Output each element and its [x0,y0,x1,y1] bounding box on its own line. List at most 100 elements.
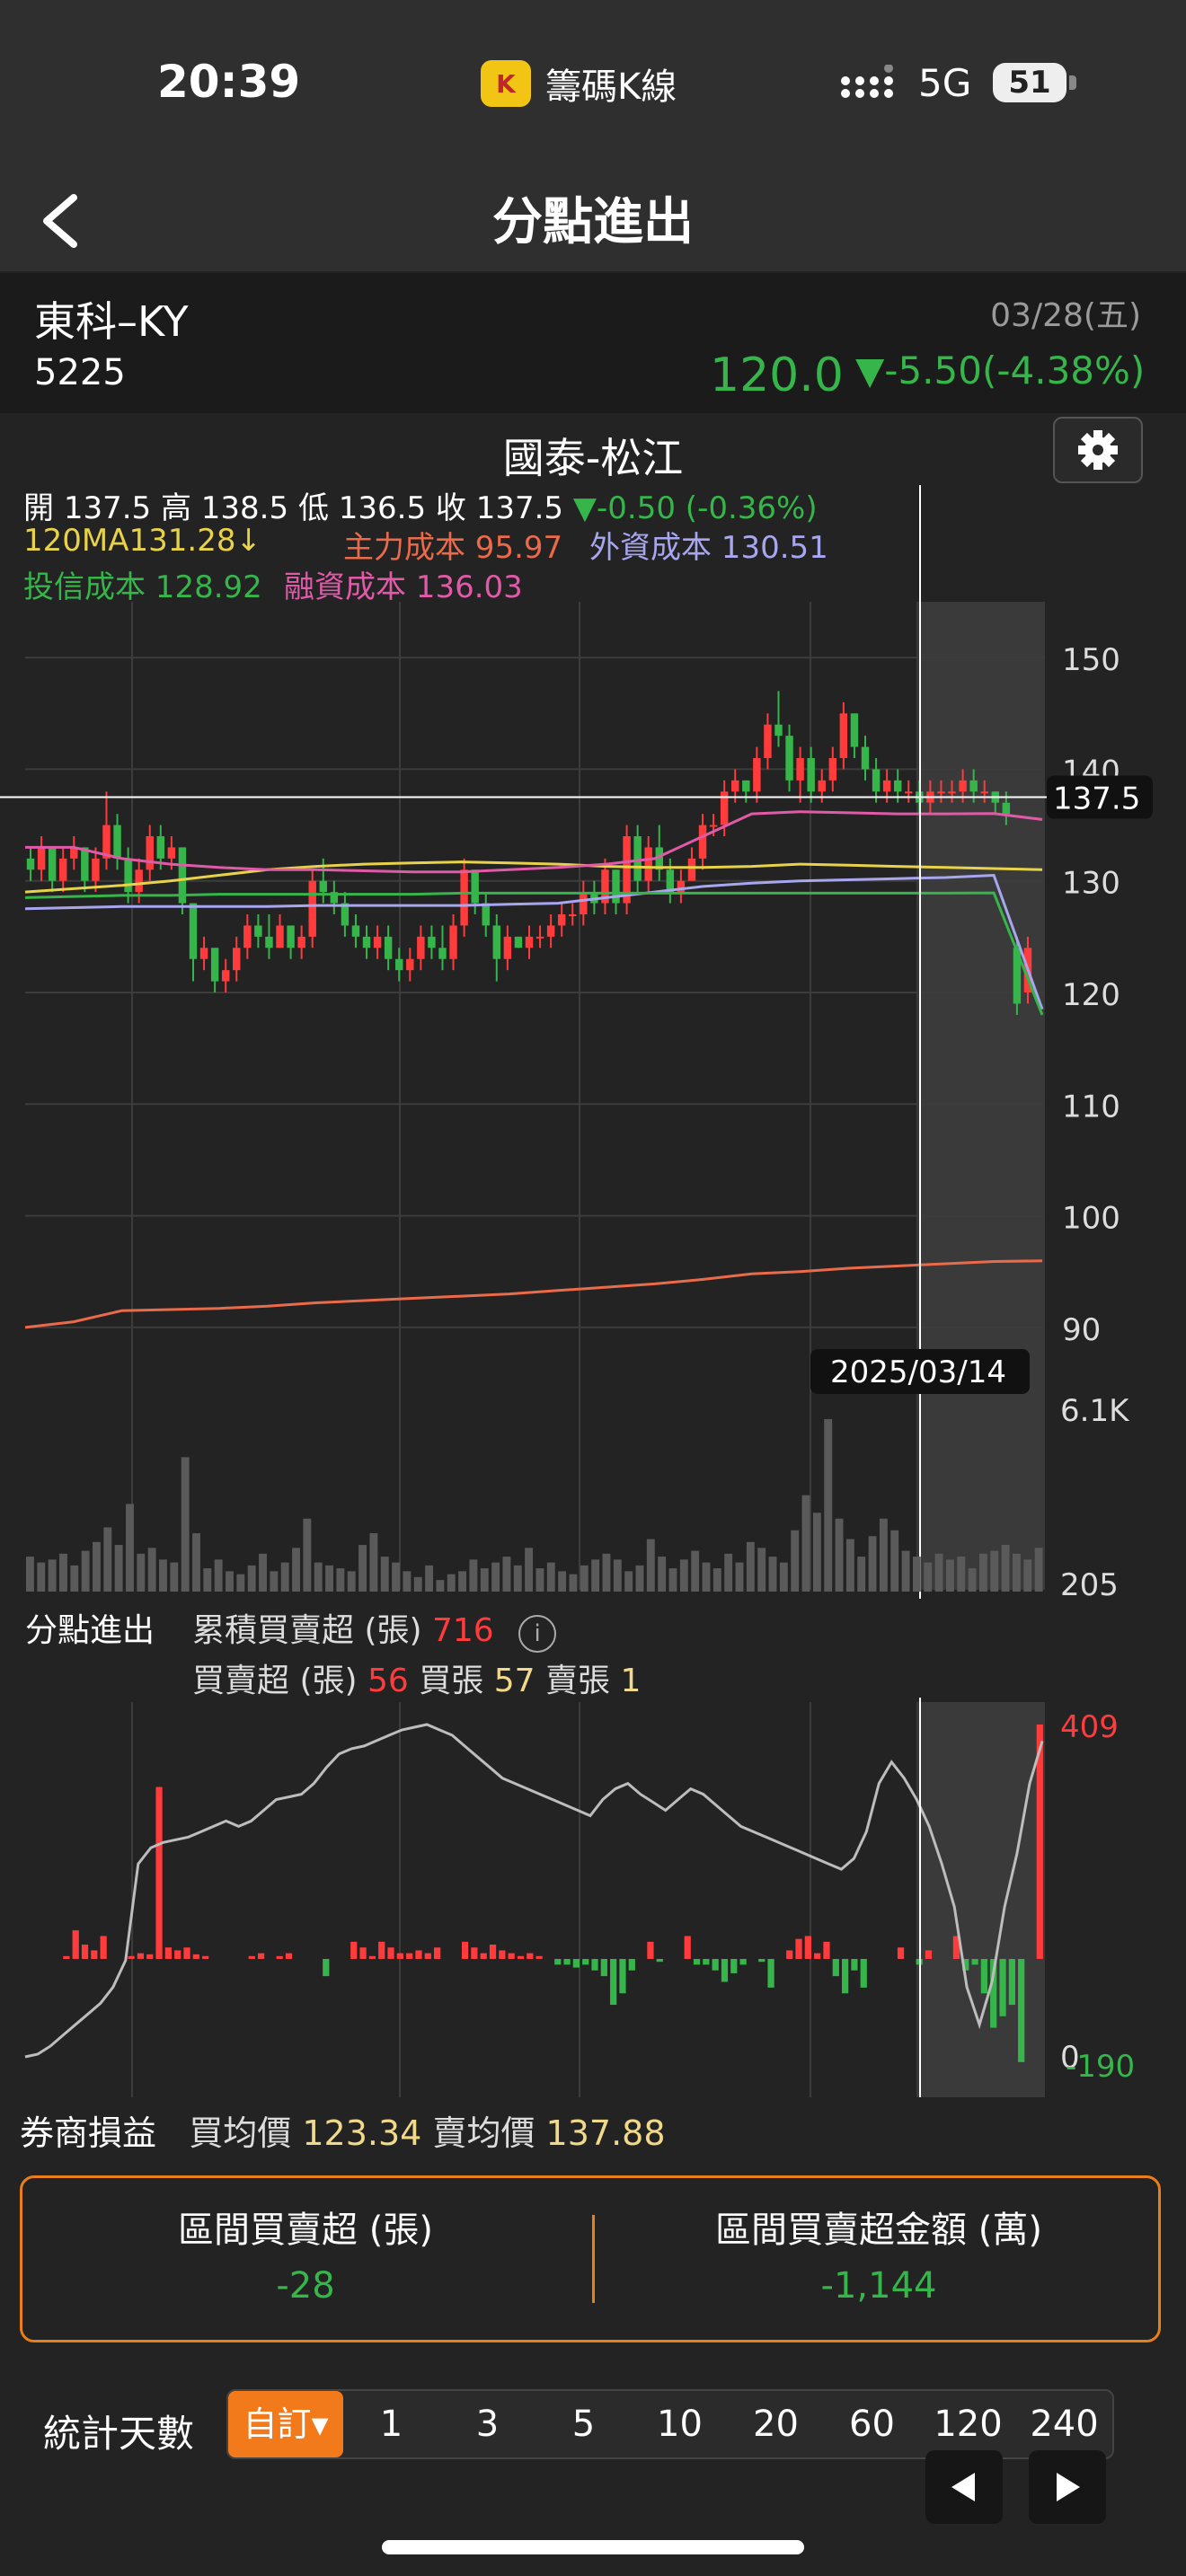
cursor-price-label: 137.5 [1053,781,1140,817]
days-option-custom[interactable]: 自訂▾ [228,2391,343,2457]
candle [1002,802,1011,815]
volume-bar [413,1576,422,1592]
volume-bar [469,1559,478,1592]
volume-bar [214,1559,223,1592]
days-option-5[interactable]: 5 [535,2404,632,2445]
volume-bar [624,1571,633,1592]
candle [233,948,241,971]
flow-bar [832,1959,839,1977]
flow-bar [517,1955,525,1959]
flow-bar [387,1947,394,1959]
candle [482,903,490,926]
stock-change: ▼-5.50(-4.38%) [855,348,1146,393]
triangle-left-icon [951,2473,975,2501]
battery-icon: 51 [993,63,1067,102]
days-option-3[interactable]: 3 [439,2404,535,2445]
info-icon[interactable]: i [518,1615,557,1653]
candle [546,925,555,937]
app-logo-icon: K [481,60,531,107]
volume-bar [724,1553,733,1592]
volume-bar [81,1550,90,1592]
volume-bar [114,1545,123,1592]
days-option-1[interactable]: 1 [343,2404,439,2445]
days-option-240[interactable]: 240 [1016,2404,1112,2445]
highlight-range [916,602,1045,1590]
volume-bar [746,1541,755,1592]
back-button[interactable] [27,171,117,271]
candle [428,936,436,948]
flow-bar [554,1959,562,1965]
candle [644,847,652,881]
volume-bar [513,1565,522,1592]
volume-bar [1023,1559,1032,1592]
candle [265,936,273,948]
volume-min-label: 205 [1060,1567,1119,1599]
volume-bar [336,1568,345,1592]
days-option-60[interactable]: 60 [824,2404,920,2445]
price-tick-label: 130 [1062,866,1120,902]
candle [146,836,154,870]
flow-bar [712,1959,719,1971]
volume-bar [712,1568,721,1592]
broker-pnl-row: 券商損益 買均價 123.34 賣均價 137.88 [20,2105,666,2155]
volume-bar [247,1565,256,1592]
price-chart[interactable]: 15014013012011010090137.52025/03/146.1K2… [0,476,1186,1599]
volume-bar [280,1562,289,1592]
flow-bar [359,1947,367,1959]
interval-amount-label: 區間買賣超金額 (萬) [715,2210,1042,2251]
flow-bar [91,1950,98,1959]
volume-bar [978,1553,987,1592]
days-option-10[interactable]: 10 [632,2404,728,2445]
candle [535,936,544,939]
flow-bar [471,1947,478,1959]
volume-bar [1001,1545,1010,1592]
stock-name: 東科–KY [34,297,189,346]
candle [503,936,512,959]
candle [742,780,750,792]
volume-bar [968,1568,977,1592]
cum-label: 累積買賣超 (張) [192,1612,422,1649]
candle [959,780,967,792]
prev-button[interactable] [925,2450,1003,2524]
flow-bar [323,1959,330,1977]
flow-bar [406,1953,413,1959]
flow-bar [137,1953,145,1959]
settings-button[interactable] [1053,417,1143,483]
flow-bar [72,1930,79,1959]
volume-bar [126,1504,134,1592]
candle [406,958,414,971]
volume-bar [347,1571,356,1592]
candle [709,825,718,827]
volume-bar [181,1457,190,1592]
volume-bar [580,1565,589,1592]
volume-bar [103,1527,112,1592]
flow-bar [767,1959,774,1988]
flow-highlight-range [916,1702,1045,2097]
flow-chart[interactable]: 4090-190 [0,1698,1186,2102]
candle [861,746,870,770]
flow-bar [823,1941,830,1959]
volume-bar [890,1530,899,1592]
volume-bar [835,1518,844,1592]
interval-net: 區間買賣超 (張) -28 [36,2201,575,2307]
flow-bar [619,1959,626,1994]
candle [807,758,815,792]
volume-bar [679,1559,688,1592]
flow-net-row: 買賣超 (張) 56 買張 57 賣張 1 [192,1654,641,1701]
days-option-120[interactable]: 120 [920,2404,1016,2445]
volume-bar [901,1550,910,1592]
volume-bar [602,1553,611,1592]
volume-bar [525,1548,534,1592]
flow-axis-top: 409 [1060,1709,1119,1745]
flow-bar [174,1950,181,1959]
days-option-20[interactable]: 20 [728,2404,824,2445]
flow-bar [508,1953,515,1959]
volume-bar [325,1565,333,1592]
price-tick-label: 110 [1062,1089,1120,1125]
flow-bar [842,1959,849,1994]
flow-bar [628,1959,635,1971]
next-button[interactable] [1029,2450,1106,2524]
candle [937,791,945,794]
flow-bar [572,1959,580,1968]
flow-bar [684,1936,691,1959]
